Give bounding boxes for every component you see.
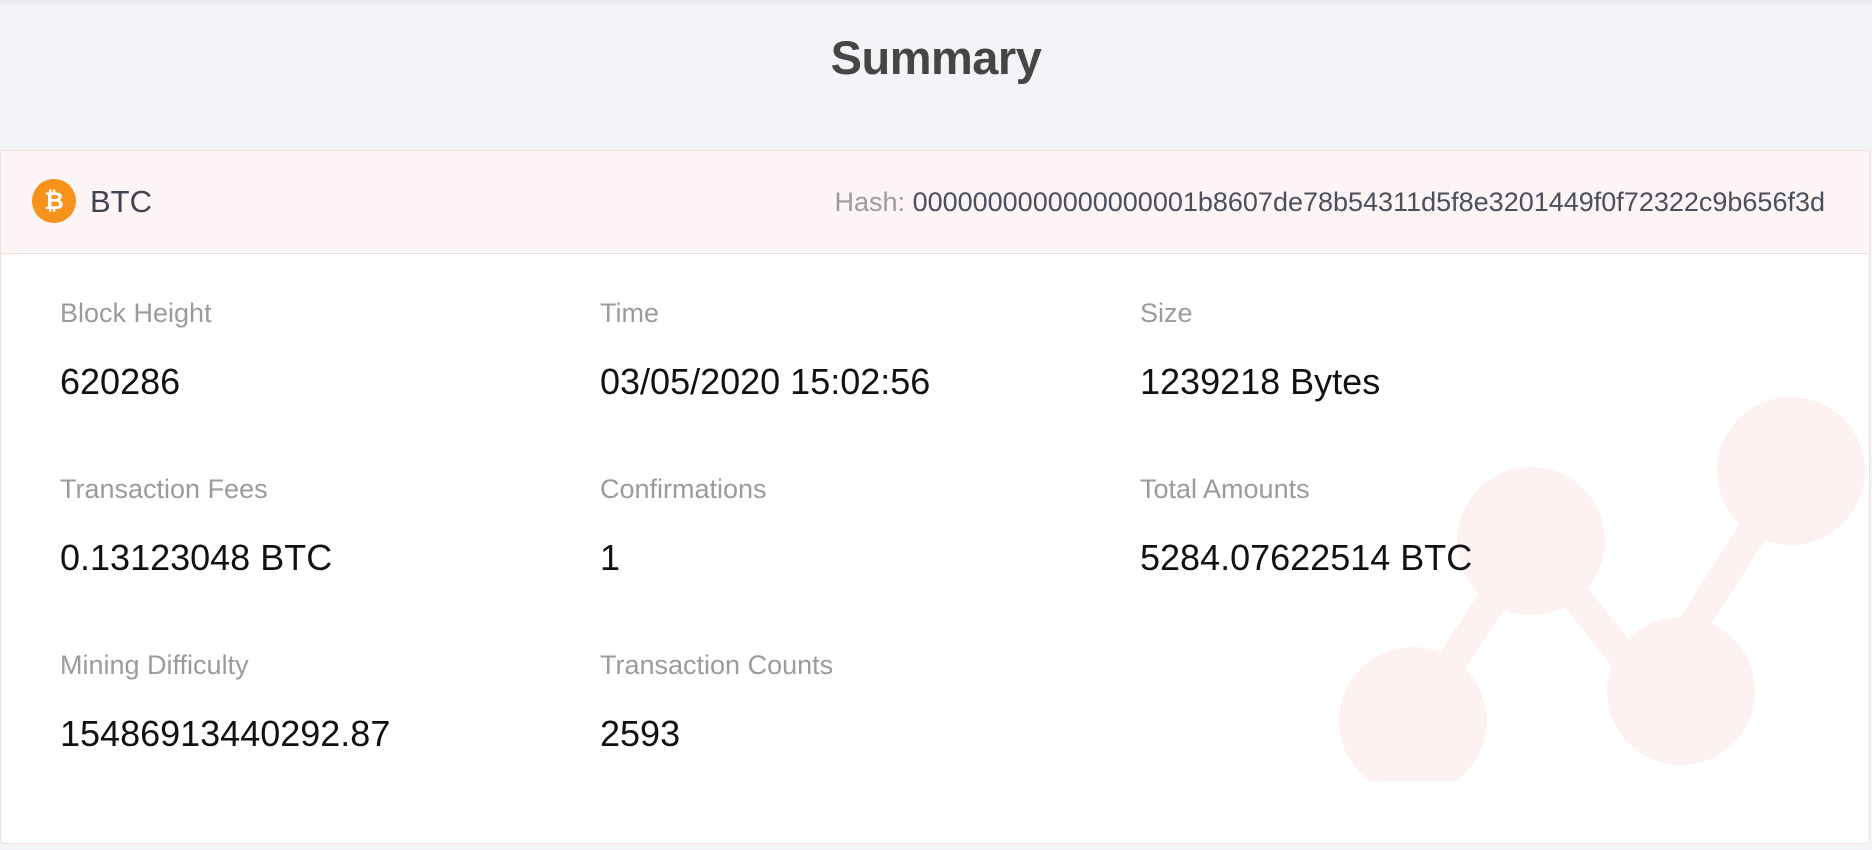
field-label: Mining Difficulty bbox=[60, 650, 249, 680]
summary-page: Summary ₿ BTC Hash: 0000000000000000001b… bbox=[0, 0, 1872, 850]
field-value: 03/05/2020 15:02:56 bbox=[600, 361, 931, 402]
coin-symbol: BTC bbox=[90, 184, 152, 219]
bitcoin-icon: ₿ bbox=[32, 179, 76, 223]
field-label: Confirmations bbox=[600, 474, 767, 504]
card-header: ₿ BTC Hash: 0000000000000000001b8607de78… bbox=[1, 151, 1869, 254]
field-block-height: Block Height 620286 bbox=[60, 298, 580, 403]
field-label: Transaction Counts bbox=[600, 650, 834, 680]
field-time: Time 03/05/2020 15:02:56 bbox=[600, 298, 1120, 403]
field-value: 1239218 Bytes bbox=[1140, 361, 1381, 402]
field-label: Time bbox=[600, 298, 659, 328]
svg-text:₿: ₿ bbox=[44, 187, 64, 215]
field-label: Transaction Fees bbox=[60, 474, 268, 504]
block-summary-card: ₿ BTC Hash: 0000000000000000001b8607de78… bbox=[0, 150, 1870, 844]
field-label: Total Amounts bbox=[1140, 474, 1310, 504]
field-value: 620286 bbox=[60, 361, 181, 402]
page-title: Summary bbox=[830, 31, 1042, 84]
block-hash[interactable]: Hash: 0000000000000000001b8607de78b54311… bbox=[835, 187, 1826, 218]
field-label: Size bbox=[1140, 298, 1193, 328]
field-mining-difficulty: Mining Difficulty 15486913440292.87 bbox=[60, 650, 580, 755]
field-transaction-fees: Transaction Fees 0.13123048 BTC bbox=[60, 474, 580, 579]
field-value: 1 bbox=[600, 537, 621, 578]
hash-label: Hash: bbox=[834, 187, 906, 217]
field-value: 2593 bbox=[600, 713, 681, 754]
field-label: Block Height bbox=[60, 298, 212, 328]
field-confirmations: Confirmations 1 bbox=[600, 474, 1120, 579]
field-size: Size 1239218 Bytes bbox=[1140, 298, 1660, 403]
field-total-amounts: Total Amounts 5284.07622514 BTC bbox=[1140, 474, 1660, 579]
top-divider bbox=[0, 0, 1872, 8]
hash-value[interactable]: 0000000000000000001b8607de78b54311d5f8e3… bbox=[913, 187, 1825, 217]
field-value: 0.13123048 BTC bbox=[60, 537, 333, 578]
field-value: 15486913440292.87 bbox=[60, 713, 391, 754]
field-transaction-counts: Transaction Counts 2593 bbox=[600, 650, 1120, 755]
field-value: 5284.07622514 BTC bbox=[1140, 537, 1473, 578]
